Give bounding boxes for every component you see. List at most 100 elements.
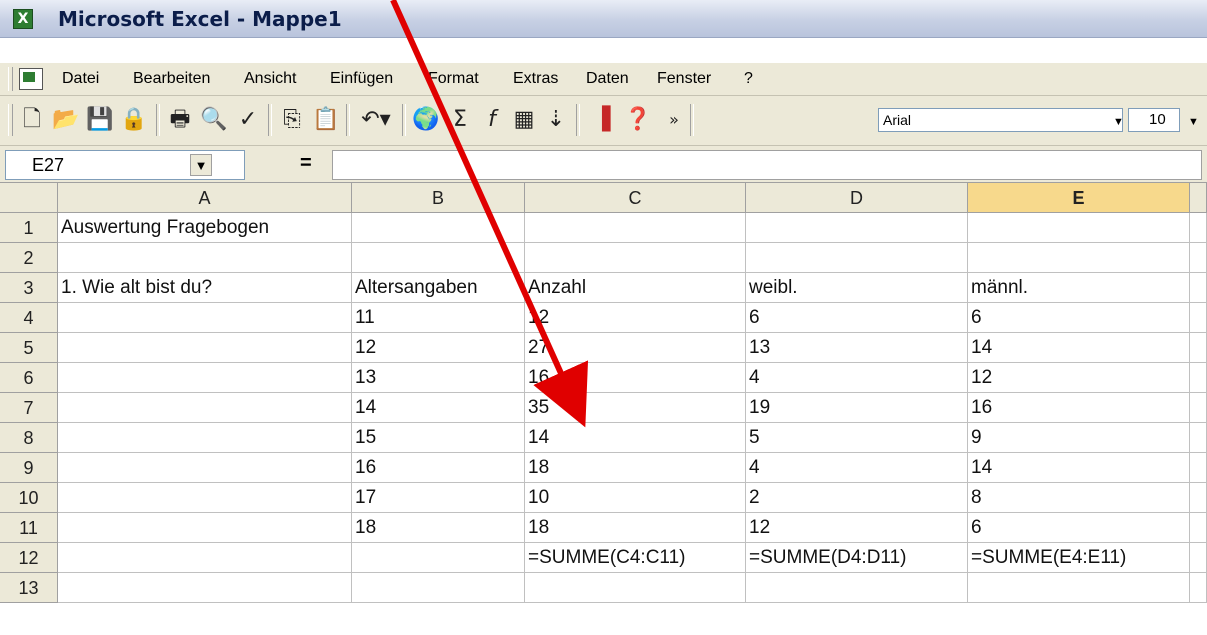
cell-b3[interactable]: Altersangaben	[352, 273, 525, 303]
font-size-dropdown-icon[interactable]: ▼	[1188, 116, 1199, 128]
toolbar-grip[interactable]	[8, 104, 13, 136]
cell-e12[interactable]: =SUMME(E4:E11)	[968, 543, 1190, 573]
row-header[interactable]: 10	[0, 483, 58, 513]
cell-d3[interactable]: weibl.	[746, 273, 968, 303]
row-header[interactable]: 2	[0, 243, 58, 273]
font-name-select[interactable]: Arial	[878, 108, 1123, 132]
menu-help[interactable]: ?	[744, 69, 753, 89]
cell-c2[interactable]	[525, 243, 746, 273]
cell-c4[interactable]: 12	[525, 303, 746, 333]
cell-a13[interactable]	[58, 573, 352, 603]
cell-f11[interactable]	[1190, 513, 1207, 543]
column-header-f[interactable]	[1190, 183, 1207, 213]
cell-d10[interactable]: 2	[746, 483, 968, 513]
more-buttons-icon[interactable]: »	[660, 106, 688, 134]
column-header-e[interactable]: E	[968, 183, 1190, 213]
cell-f6[interactable]	[1190, 363, 1207, 393]
cell-d13[interactable]	[746, 573, 968, 603]
cell-e2[interactable]	[968, 243, 1190, 273]
excel-app-icon[interactable]: X	[13, 9, 33, 29]
cell-c3[interactable]: Anzahl	[525, 273, 746, 303]
cell-f9[interactable]	[1190, 453, 1207, 483]
cell-e13[interactable]	[968, 573, 1190, 603]
cell-f12[interactable]	[1190, 543, 1207, 573]
permission-icon[interactable]: 🔒	[120, 106, 148, 134]
row-header[interactable]: 1	[0, 213, 58, 243]
cell-e8[interactable]: 9	[968, 423, 1190, 453]
autosum-icon[interactable]: Σ	[446, 106, 474, 134]
row-header[interactable]: 12	[0, 543, 58, 573]
cell-d7[interactable]: 19	[746, 393, 968, 423]
row-header[interactable]: 11	[0, 513, 58, 543]
font-size-select[interactable]: 10	[1128, 108, 1180, 132]
column-header-b[interactable]: B	[352, 183, 525, 213]
cell-d5[interactable]: 13	[746, 333, 968, 363]
cell-b11[interactable]: 18	[352, 513, 525, 543]
cell-c12[interactable]: =SUMME(C4:C11)	[525, 543, 746, 573]
cell-c8[interactable]: 14	[525, 423, 746, 453]
cell-e7[interactable]: 16	[968, 393, 1190, 423]
cell-b5[interactable]: 12	[352, 333, 525, 363]
menu-daten[interactable]: Daten	[586, 69, 629, 89]
cell-c13[interactable]	[525, 573, 746, 603]
column-header-c[interactable]: C	[525, 183, 746, 213]
cell-b12[interactable]	[352, 543, 525, 573]
cell-b1[interactable]	[352, 213, 525, 243]
row-header[interactable]: 13	[0, 573, 58, 603]
cell-e3[interactable]: männl.	[968, 273, 1190, 303]
menu-format[interactable]: Format	[428, 69, 479, 89]
cell-a7[interactable]	[58, 393, 352, 423]
menu-datei[interactable]: Datei	[62, 69, 99, 89]
cell-f4[interactable]	[1190, 303, 1207, 333]
cell-f8[interactable]	[1190, 423, 1207, 453]
cell-a9[interactable]	[58, 453, 352, 483]
cell-a5[interactable]	[58, 333, 352, 363]
cell-c1[interactable]	[525, 213, 746, 243]
cell-d6[interactable]: 4	[746, 363, 968, 393]
menu-fenster[interactable]: Fenster	[657, 69, 711, 89]
row-header[interactable]: 6	[0, 363, 58, 393]
row-header[interactable]: 7	[0, 393, 58, 423]
drawing-icon[interactable]: ▦	[510, 106, 538, 134]
row-header[interactable]: 8	[0, 423, 58, 453]
menu-einfuegen[interactable]: Einfügen	[330, 69, 393, 89]
cell-e9[interactable]: 14	[968, 453, 1190, 483]
cell-d4[interactable]: 6	[746, 303, 968, 333]
cell-e6[interactable]: 12	[968, 363, 1190, 393]
cell-a10[interactable]	[58, 483, 352, 513]
sort-ascending-icon[interactable]: ⇣	[542, 106, 570, 134]
cell-f7[interactable]	[1190, 393, 1207, 423]
cell-a4[interactable]	[58, 303, 352, 333]
formula-input[interactable]	[332, 150, 1202, 180]
column-header-d[interactable]: D	[746, 183, 968, 213]
name-box-dropdown-icon[interactable]: ▼	[190, 154, 212, 176]
column-header-a[interactable]: A	[58, 183, 352, 213]
row-header[interactable]: 3	[0, 273, 58, 303]
cell-c5[interactable]: 27	[525, 333, 746, 363]
cell-a3[interactable]: 1. Wie alt bist du?	[58, 273, 352, 303]
open-icon[interactable]: 📂	[52, 106, 80, 134]
spreadsheet-grid[interactable]: A B C D E 1 Auswertung Fragebogen 2 3 1. Wie alt …	[0, 183, 1207, 635]
menu-ansicht[interactable]: Ansicht	[244, 69, 296, 89]
cell-e4[interactable]: 6	[968, 303, 1190, 333]
cell-d11[interactable]: 12	[746, 513, 968, 543]
cell-d2[interactable]	[746, 243, 968, 273]
cell-c9[interactable]: 18	[525, 453, 746, 483]
row-header[interactable]: 5	[0, 333, 58, 363]
cell-c7[interactable]: 35	[525, 393, 746, 423]
cell-a12[interactable]	[58, 543, 352, 573]
new-icon[interactable]: 🗋	[18, 106, 46, 134]
equals-button[interactable]: =	[300, 152, 312, 175]
help-icon[interactable]: ❓	[624, 106, 652, 134]
menu-bearbeiten[interactable]: Bearbeiten	[133, 69, 210, 89]
select-all-corner[interactable]	[0, 183, 58, 213]
cell-f13[interactable]	[1190, 573, 1207, 603]
menu-extras[interactable]: Extras	[513, 69, 558, 89]
cell-d1[interactable]	[746, 213, 968, 243]
font-name-dropdown-icon[interactable]: ▼	[1113, 116, 1124, 128]
cell-a6[interactable]	[58, 363, 352, 393]
cell-d12[interactable]: =SUMME(D4:D11)	[746, 543, 968, 573]
cell-b9[interactable]: 16	[352, 453, 525, 483]
cell-c11[interactable]: 18	[525, 513, 746, 543]
chart-wizard-icon[interactable]: ▐	[588, 106, 616, 134]
